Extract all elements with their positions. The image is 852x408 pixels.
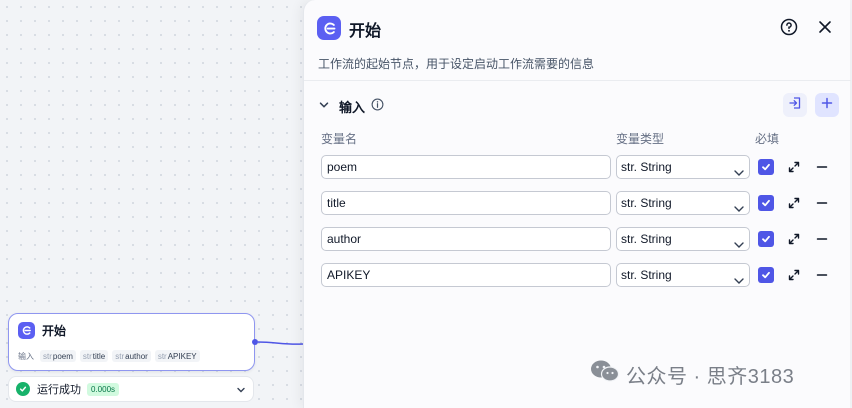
node-variable-chip: str poem — [40, 350, 76, 362]
run-status-text: 运行成功 — [37, 384, 81, 396]
variable-type-value: str. String — [621, 196, 672, 210]
start-node-icon — [317, 16, 341, 40]
chevron-down-icon[interactable] — [235, 383, 247, 401]
variable-type-value: str. String — [621, 232, 672, 246]
expand-icon[interactable] — [787, 232, 801, 251]
variable-type-select[interactable]: str. String — [616, 227, 750, 251]
inputs-section-title: 输入 — [339, 100, 366, 115]
run-duration-badge: 0.000s — [87, 382, 120, 396]
variable-type-select[interactable]: str. String — [616, 155, 750, 179]
variable-row: str. String — [304, 227, 851, 251]
chevron-down-icon — [733, 235, 745, 257]
expand-icon[interactable] — [787, 268, 801, 287]
success-check-icon — [16, 382, 30, 396]
close-icon[interactable] — [817, 19, 833, 40]
minus-icon[interactable] — [815, 196, 829, 215]
variable-name-input[interactable] — [321, 155, 611, 179]
node-inputs-label: 输入 — [18, 351, 34, 361]
expand-icon[interactable] — [787, 196, 801, 215]
required-checkbox[interactable] — [758, 195, 774, 211]
chevron-down-icon — [733, 199, 745, 221]
chevron-down-icon[interactable] — [318, 98, 330, 116]
wechat-icon — [590, 359, 620, 389]
panel-title: 开始 — [349, 23, 382, 40]
variable-type-value: str. String — [621, 160, 672, 174]
variable-type-value: str. String — [621, 268, 672, 282]
column-header-type: 变量类型 — [616, 132, 665, 146]
required-checkbox[interactable] — [758, 267, 774, 283]
expand-icon[interactable] — [787, 160, 801, 179]
node-variables: 输入 str poem str title str author str APIKEY — [18, 350, 204, 362]
variable-row: str. String — [304, 155, 851, 179]
chevron-down-icon — [733, 271, 745, 293]
column-header-name: 变量名 — [321, 132, 358, 146]
variable-row: str. String — [304, 263, 851, 287]
variable-name-input[interactable] — [321, 191, 611, 215]
watermark-text: 公众号 · 思齐3183 — [626, 365, 795, 388]
help-circle-icon[interactable] — [780, 18, 798, 41]
import-icon — [788, 96, 802, 115]
add-variable-button[interactable] — [815, 93, 839, 117]
start-node[interactable]: 开始 输入 str poem str title str author str APIK… — [8, 313, 255, 371]
node-settings-panel: 开始 工作流的起始节点，用于设定启动工作流需要的信息 输入 变量名 变量类型 必… — [303, 0, 851, 408]
minus-icon[interactable] — [815, 232, 829, 251]
minus-icon[interactable] — [815, 268, 829, 287]
import-variables-button[interactable] — [783, 93, 807, 117]
node-header: 开始 — [18, 322, 66, 339]
column-header-required: 必填 — [755, 132, 780, 146]
variable-name-input[interactable] — [321, 227, 611, 251]
minus-icon[interactable] — [815, 160, 829, 179]
node-output-handle[interactable] — [252, 339, 258, 345]
chevron-down-icon — [733, 163, 745, 185]
variable-type-select[interactable]: str. String — [616, 191, 750, 215]
plus-icon — [821, 96, 833, 114]
variable-type-select[interactable]: str. String — [616, 263, 750, 287]
node-variable-chip: str author — [112, 350, 151, 362]
info-icon[interactable] — [371, 98, 384, 116]
start-node-icon — [18, 322, 35, 339]
node-variable-chip: str APIKEY — [154, 350, 200, 362]
watermark: 公众号 · 思齐3183 — [590, 359, 794, 389]
node-variable-chip: str title — [79, 350, 109, 362]
node-title: 开始 — [42, 324, 67, 338]
run-status-bar[interactable]: 运行成功 0.000s — [8, 376, 254, 402]
required-checkbox[interactable] — [758, 231, 774, 247]
panel-divider — [304, 80, 851, 81]
variable-name-input[interactable] — [321, 263, 611, 287]
variable-row: str. String — [304, 191, 851, 215]
required-checkbox[interactable] — [758, 159, 774, 175]
panel-description: 工作流的起始节点，用于设定启动工作流需要的信息 — [318, 57, 595, 71]
